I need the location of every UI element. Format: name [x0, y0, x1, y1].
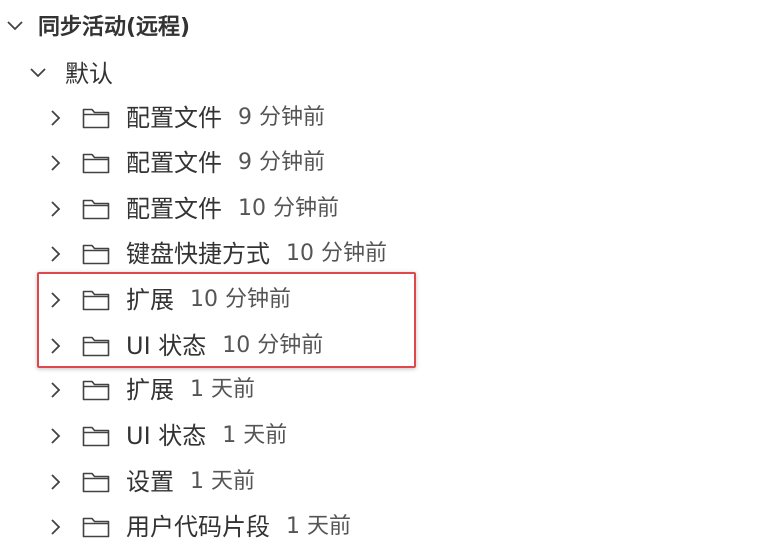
folder-icon — [82, 470, 110, 494]
list-item[interactable]: UI 状态 10 分钟前 — [0, 323, 779, 368]
list-item[interactable]: 配置文件 10 分钟前 — [0, 186, 779, 231]
list-item[interactable]: 设置 1 天前 — [0, 459, 779, 504]
item-time: 10 分钟前 — [238, 195, 339, 221]
item-time: 1 天前 — [222, 422, 288, 448]
item-time: 1 天前 — [190, 376, 255, 402]
section-title: 同步活动(远程) — [38, 14, 191, 40]
chevron-down-icon[interactable] — [6, 16, 24, 34]
list-item[interactable]: UI 状态 1 天前 — [0, 413, 779, 458]
list-item[interactable]: 键盘快捷方式 10 分钟前 — [0, 231, 779, 276]
section-header[interactable]: 同步活动(远程) — [0, 2, 779, 47]
item-time: 9 分钟前 — [238, 149, 325, 175]
list-item[interactable]: 扩展 1 天前 — [0, 367, 779, 412]
chevron-right-icon[interactable] — [46, 337, 64, 355]
item-label: 配置文件 — [126, 148, 222, 177]
item-label: 扩展 — [126, 375, 174, 404]
list-item[interactable]: 扩展 10 分钟前 — [0, 277, 779, 322]
chevron-right-icon[interactable] — [46, 381, 64, 399]
chevron-right-icon[interactable] — [46, 154, 64, 172]
folder-icon — [82, 378, 110, 402]
chevron-right-icon[interactable] — [46, 109, 64, 127]
chevron-right-icon[interactable] — [46, 518, 64, 536]
item-time: 10 分钟前 — [286, 240, 387, 266]
folder-icon — [82, 334, 110, 358]
item-label: 扩展 — [126, 285, 174, 314]
folder-icon — [82, 242, 110, 266]
chevron-right-icon[interactable] — [46, 473, 64, 491]
folder-icon — [82, 106, 110, 130]
item-time: 10 分钟前 — [190, 286, 291, 312]
chevron-right-icon[interactable] — [46, 427, 64, 445]
folder-icon — [82, 424, 110, 448]
item-time: 1 天前 — [286, 513, 351, 539]
item-label: UI 状态 — [126, 331, 207, 360]
item-label: UI 状态 — [126, 421, 207, 450]
item-time: 10 分钟前 — [222, 332, 324, 358]
item-label: 配置文件 — [126, 194, 222, 223]
list-item[interactable]: 用户代码片段 1 天前 — [0, 504, 779, 549]
chevron-right-icon[interactable] — [46, 200, 64, 218]
item-label: 用户代码片段 — [126, 512, 270, 541]
chevron-right-icon[interactable] — [46, 245, 64, 263]
list-item[interactable]: 配置文件 9 分钟前 — [0, 95, 779, 140]
group-row-default[interactable]: 默认 — [0, 49, 779, 94]
folder-icon — [82, 197, 110, 221]
chevron-down-icon[interactable] — [29, 63, 47, 81]
item-label: 配置文件 — [126, 103, 222, 132]
group-label: 默认 — [65, 60, 113, 88]
item-time: 9 分钟前 — [238, 104, 325, 130]
item-label: 键盘快捷方式 — [126, 239, 270, 268]
item-time: 1 天前 — [190, 468, 255, 494]
sync-activity-tree: 同步活动(远程) 默认 配置文件 9 分钟前 配置文件 9 分钟前 配置文件 1… — [0, 0, 779, 557]
chevron-right-icon[interactable] — [46, 291, 64, 309]
list-item[interactable]: 配置文件 9 分钟前 — [0, 140, 779, 185]
item-label: 设置 — [126, 467, 174, 496]
folder-icon — [82, 151, 110, 175]
folder-icon — [82, 288, 110, 312]
folder-icon — [82, 515, 110, 539]
